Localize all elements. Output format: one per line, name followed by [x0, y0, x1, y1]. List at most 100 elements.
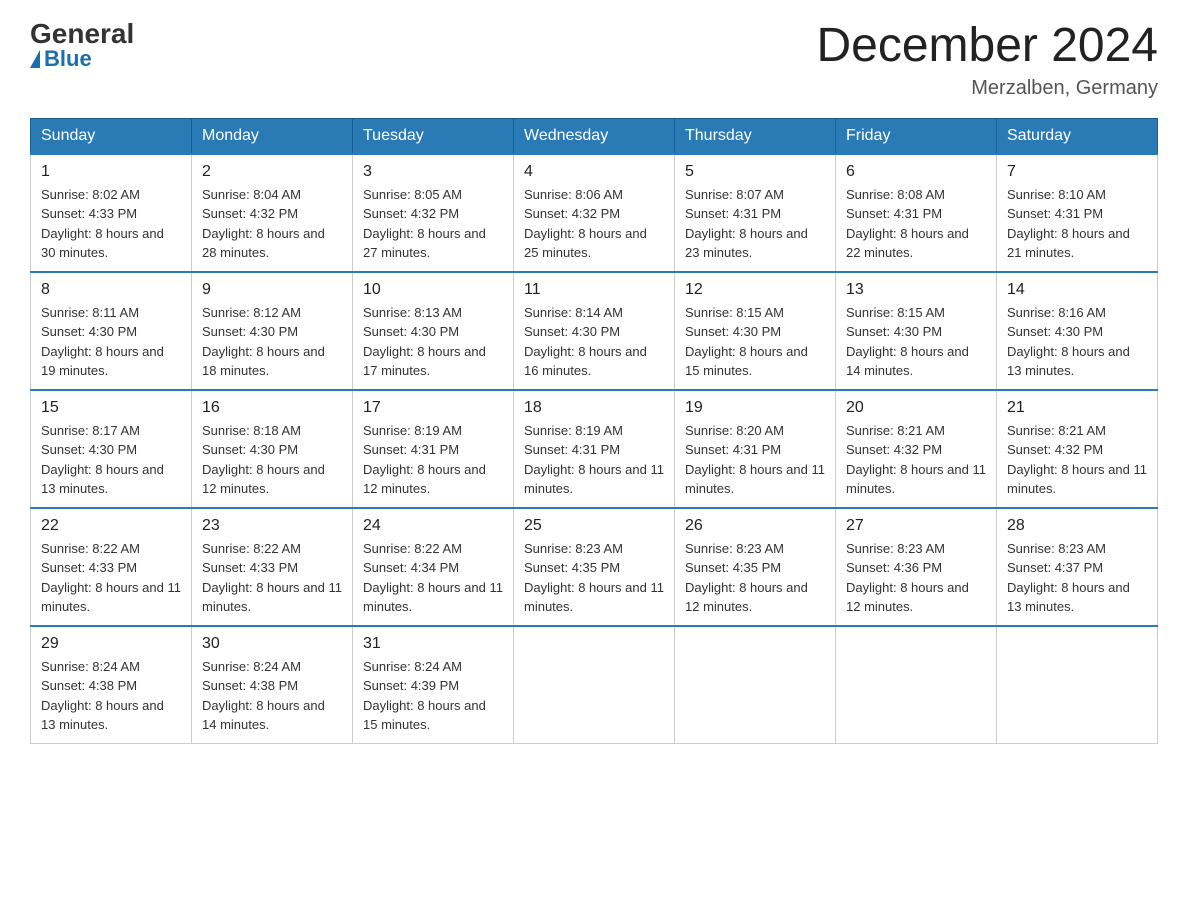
day-info: Sunrise: 8:23 AMSunset: 4:37 PMDaylight:…: [1007, 541, 1130, 615]
day-cell: 8 Sunrise: 8:11 AMSunset: 4:30 PMDayligh…: [31, 272, 192, 390]
col-tuesday: Tuesday: [353, 118, 514, 154]
day-number: 14: [1007, 281, 1147, 299]
day-info: Sunrise: 8:23 AMSunset: 4:36 PMDaylight:…: [846, 541, 969, 615]
day-cell: 3 Sunrise: 8:05 AMSunset: 4:32 PMDayligh…: [353, 154, 514, 272]
day-number: 2: [202, 163, 342, 181]
day-number: 18: [524, 399, 664, 417]
day-info: Sunrise: 8:19 AMSunset: 4:31 PMDaylight:…: [524, 423, 664, 497]
day-cell: 29 Sunrise: 8:24 AMSunset: 4:38 PMDaylig…: [31, 626, 192, 744]
day-cell: [836, 626, 997, 744]
day-cell: 20 Sunrise: 8:21 AMSunset: 4:32 PMDaylig…: [836, 390, 997, 508]
day-cell: 15 Sunrise: 8:17 AMSunset: 4:30 PMDaylig…: [31, 390, 192, 508]
day-cell: 4 Sunrise: 8:06 AMSunset: 4:32 PMDayligh…: [514, 154, 675, 272]
day-cell: 24 Sunrise: 8:22 AMSunset: 4:34 PMDaylig…: [353, 508, 514, 626]
title-block: December 2024 Merzalben, Germany: [816, 20, 1158, 100]
day-number: 10: [363, 281, 503, 299]
calendar-table: Sunday Monday Tuesday Wednesday Thursday…: [30, 118, 1158, 744]
day-number: 24: [363, 517, 503, 535]
day-info: Sunrise: 8:13 AMSunset: 4:30 PMDaylight:…: [363, 305, 486, 379]
day-number: 16: [202, 399, 342, 417]
day-number: 20: [846, 399, 986, 417]
month-title: December 2024: [816, 20, 1158, 73]
day-info: Sunrise: 8:18 AMSunset: 4:30 PMDaylight:…: [202, 423, 325, 497]
day-number: 21: [1007, 399, 1147, 417]
day-number: 5: [685, 163, 825, 181]
day-cell: 1 Sunrise: 8:02 AMSunset: 4:33 PMDayligh…: [31, 154, 192, 272]
day-info: Sunrise: 8:12 AMSunset: 4:30 PMDaylight:…: [202, 305, 325, 379]
logo-triangle-icon: [30, 50, 40, 68]
day-info: Sunrise: 8:22 AMSunset: 4:34 PMDaylight:…: [363, 541, 503, 615]
day-cell: 26 Sunrise: 8:23 AMSunset: 4:35 PMDaylig…: [675, 508, 836, 626]
location-text: Merzalben, Germany: [816, 77, 1158, 100]
day-cell: 27 Sunrise: 8:23 AMSunset: 4:36 PMDaylig…: [836, 508, 997, 626]
day-number: 30: [202, 635, 342, 653]
day-info: Sunrise: 8:11 AMSunset: 4:30 PMDaylight:…: [41, 305, 164, 379]
day-info: Sunrise: 8:22 AMSunset: 4:33 PMDaylight:…: [41, 541, 181, 615]
day-info: Sunrise: 8:21 AMSunset: 4:32 PMDaylight:…: [846, 423, 986, 497]
day-cell: 31 Sunrise: 8:24 AMSunset: 4:39 PMDaylig…: [353, 626, 514, 744]
day-cell: 22 Sunrise: 8:22 AMSunset: 4:33 PMDaylig…: [31, 508, 192, 626]
day-cell: 10 Sunrise: 8:13 AMSunset: 4:30 PMDaylig…: [353, 272, 514, 390]
day-cell: 16 Sunrise: 8:18 AMSunset: 4:30 PMDaylig…: [192, 390, 353, 508]
logo-general-text: General: [30, 20, 134, 48]
day-number: 31: [363, 635, 503, 653]
day-info: Sunrise: 8:21 AMSunset: 4:32 PMDaylight:…: [1007, 423, 1147, 497]
day-info: Sunrise: 8:23 AMSunset: 4:35 PMDaylight:…: [685, 541, 808, 615]
day-cell: 13 Sunrise: 8:15 AMSunset: 4:30 PMDaylig…: [836, 272, 997, 390]
day-info: Sunrise: 8:16 AMSunset: 4:30 PMDaylight:…: [1007, 305, 1130, 379]
day-number: 7: [1007, 163, 1147, 181]
day-number: 1: [41, 163, 181, 181]
col-wednesday: Wednesday: [514, 118, 675, 154]
day-info: Sunrise: 8:15 AMSunset: 4:30 PMDaylight:…: [846, 305, 969, 379]
day-number: 11: [524, 281, 664, 299]
day-info: Sunrise: 8:02 AMSunset: 4:33 PMDaylight:…: [41, 187, 164, 261]
col-monday: Monday: [192, 118, 353, 154]
day-cell: 11 Sunrise: 8:14 AMSunset: 4:30 PMDaylig…: [514, 272, 675, 390]
day-number: 9: [202, 281, 342, 299]
day-cell: 9 Sunrise: 8:12 AMSunset: 4:30 PMDayligh…: [192, 272, 353, 390]
day-cell: 6 Sunrise: 8:08 AMSunset: 4:31 PMDayligh…: [836, 154, 997, 272]
day-number: 29: [41, 635, 181, 653]
day-cell: [997, 626, 1158, 744]
day-info: Sunrise: 8:14 AMSunset: 4:30 PMDaylight:…: [524, 305, 647, 379]
week-row-2: 8 Sunrise: 8:11 AMSunset: 4:30 PMDayligh…: [31, 272, 1158, 390]
day-number: 4: [524, 163, 664, 181]
day-number: 27: [846, 517, 986, 535]
day-cell: 25 Sunrise: 8:23 AMSunset: 4:35 PMDaylig…: [514, 508, 675, 626]
col-thursday: Thursday: [675, 118, 836, 154]
day-info: Sunrise: 8:24 AMSunset: 4:39 PMDaylight:…: [363, 659, 486, 733]
day-number: 25: [524, 517, 664, 535]
day-number: 26: [685, 517, 825, 535]
day-cell: 12 Sunrise: 8:15 AMSunset: 4:30 PMDaylig…: [675, 272, 836, 390]
day-number: 17: [363, 399, 503, 417]
day-number: 6: [846, 163, 986, 181]
day-number: 15: [41, 399, 181, 417]
day-number: 28: [1007, 517, 1147, 535]
day-cell: 5 Sunrise: 8:07 AMSunset: 4:31 PMDayligh…: [675, 154, 836, 272]
day-info: Sunrise: 8:24 AMSunset: 4:38 PMDaylight:…: [202, 659, 325, 733]
day-cell: 19 Sunrise: 8:20 AMSunset: 4:31 PMDaylig…: [675, 390, 836, 508]
logo: General Blue: [30, 20, 134, 70]
day-info: Sunrise: 8:22 AMSunset: 4:33 PMDaylight:…: [202, 541, 342, 615]
day-cell: 30 Sunrise: 8:24 AMSunset: 4:38 PMDaylig…: [192, 626, 353, 744]
day-cell: 21 Sunrise: 8:21 AMSunset: 4:32 PMDaylig…: [997, 390, 1158, 508]
week-row-4: 22 Sunrise: 8:22 AMSunset: 4:33 PMDaylig…: [31, 508, 1158, 626]
day-info: Sunrise: 8:07 AMSunset: 4:31 PMDaylight:…: [685, 187, 808, 261]
logo-blue-text: Blue: [30, 48, 92, 70]
day-info: Sunrise: 8:15 AMSunset: 4:30 PMDaylight:…: [685, 305, 808, 379]
calendar-header-row: Sunday Monday Tuesday Wednesday Thursday…: [31, 118, 1158, 154]
day-cell: 7 Sunrise: 8:10 AMSunset: 4:31 PMDayligh…: [997, 154, 1158, 272]
day-info: Sunrise: 8:04 AMSunset: 4:32 PMDaylight:…: [202, 187, 325, 261]
page-header: General Blue December 2024 Merzalben, Ge…: [30, 20, 1158, 100]
day-cell: 2 Sunrise: 8:04 AMSunset: 4:32 PMDayligh…: [192, 154, 353, 272]
day-number: 19: [685, 399, 825, 417]
day-number: 3: [363, 163, 503, 181]
day-cell: 23 Sunrise: 8:22 AMSunset: 4:33 PMDaylig…: [192, 508, 353, 626]
day-cell: 17 Sunrise: 8:19 AMSunset: 4:31 PMDaylig…: [353, 390, 514, 508]
col-friday: Friday: [836, 118, 997, 154]
day-cell: 28 Sunrise: 8:23 AMSunset: 4:37 PMDaylig…: [997, 508, 1158, 626]
day-info: Sunrise: 8:23 AMSunset: 4:35 PMDaylight:…: [524, 541, 664, 615]
day-number: 13: [846, 281, 986, 299]
day-info: Sunrise: 8:20 AMSunset: 4:31 PMDaylight:…: [685, 423, 825, 497]
day-info: Sunrise: 8:05 AMSunset: 4:32 PMDaylight:…: [363, 187, 486, 261]
